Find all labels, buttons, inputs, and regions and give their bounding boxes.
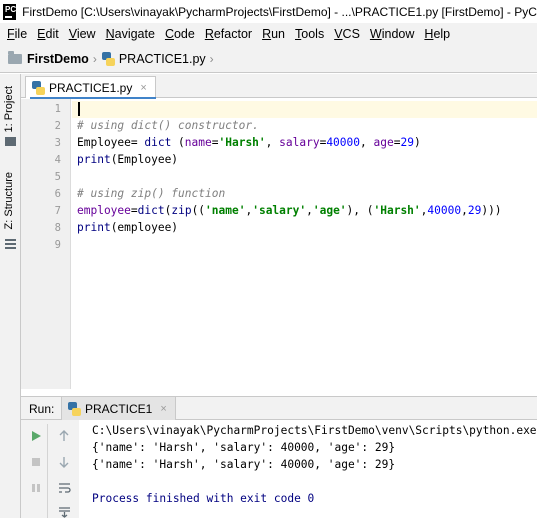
code-line-3[interactable]: Employee= dict (name='Harsh', salary=400… [77, 136, 421, 149]
close-run-tab-icon[interactable]: × [160, 403, 166, 415]
line-number: 1 [54, 103, 61, 115]
close-tab-icon[interactable]: × [140, 82, 146, 94]
run-panel-header: Run: PRACTICE1 × [21, 396, 537, 420]
breadcrumb-separator: › [209, 51, 214, 66]
code-line-8[interactable]: print(employee) [77, 221, 178, 234]
scroll-down-icon[interactable] [56, 454, 72, 470]
code-line-4[interactable]: print(Employee) [77, 153, 178, 166]
breadcrumb-separator: › [92, 51, 97, 66]
line-number: 6 [54, 188, 61, 200]
structure-icon[interactable] [5, 239, 16, 250]
breadcrumb-project[interactable]: FirstDemo [27, 52, 89, 66]
breadcrumb-file[interactable]: PRACTICE1.py [119, 52, 206, 66]
structure-tool-tab[interactable]: Z: Structure [3, 172, 15, 229]
python-file-icon [32, 80, 45, 95]
line-number: 3 [54, 137, 61, 149]
menu-help[interactable]: Help [419, 27, 455, 41]
title-bar: PC FirstDemo [C:\Users\vinayak\PycharmPr… [0, 0, 537, 23]
menu-code[interactable]: Code [160, 27, 200, 41]
menu-bar: File Edit View Navigate Code Refactor Ru… [0, 23, 537, 45]
editor-gutter: 1 2 3 4 5 6 7 8 9 [21, 99, 71, 389]
menu-navigate[interactable]: Navigate [101, 27, 160, 41]
menu-tools[interactable]: Tools [290, 27, 329, 41]
soft-wrap-icon[interactable] [56, 480, 72, 496]
line-number: 9 [54, 239, 61, 251]
run-tab-label: PRACTICE1 [85, 401, 153, 416]
pause-icon[interactable] [28, 480, 44, 496]
menu-window[interactable]: Window [365, 27, 419, 41]
menu-refactor[interactable]: Refactor [200, 27, 257, 41]
scroll-to-end-icon[interactable] [56, 504, 72, 518]
menu-edit[interactable]: Edit [32, 27, 64, 41]
rerun-icon[interactable] [28, 428, 44, 444]
run-label: Run: [29, 402, 55, 416]
line-number: 5 [54, 171, 61, 183]
menu-file[interactable]: File [2, 27, 32, 41]
run-toolbar [21, 420, 79, 518]
line-number: 7 [54, 205, 61, 217]
window-title: FirstDemo [C:\Users\vinayak\PycharmProje… [22, 4, 537, 19]
console-line: {'name': 'Harsh', 'salary': 40000, 'age'… [92, 441, 396, 454]
python-file-icon [68, 401, 81, 416]
code-line-7[interactable]: employee=dict(zip(('name','salary','age'… [77, 204, 502, 217]
project-tool-tab[interactable]: 1: Project [3, 86, 15, 132]
project-folder-icon[interactable] [5, 137, 16, 146]
navigation-bar: FirstDemo › PRACTICE1.py › [0, 45, 537, 73]
line-number: 2 [54, 120, 61, 132]
console-line: {'name': 'Harsh', 'salary': 40000, 'age'… [92, 458, 396, 471]
editor-tab-practice1[interactable]: PRACTICE1.py × [25, 76, 156, 99]
menu-run[interactable]: Run [257, 27, 290, 41]
line-number: 4 [54, 154, 61, 166]
python-file-icon [101, 51, 115, 66]
run-tab-practice1[interactable]: PRACTICE1 × [61, 397, 176, 420]
console-exit-message: Process finished with exit code 0 [92, 492, 315, 505]
editor-tab-label: PRACTICE1.py [49, 80, 133, 95]
left-tool-strip: 1: Project Z: Structure [0, 74, 21, 518]
console-line: C:\Users\vinayak\PycharmProjects\FirstDe… [92, 424, 537, 437]
current-line-highlight [72, 101, 537, 118]
line-number: 8 [54, 222, 61, 234]
scroll-up-icon[interactable] [56, 428, 72, 444]
code-line-6[interactable]: # using zip() function [77, 187, 225, 200]
pycharm-logo-icon: PC [3, 3, 17, 20]
menu-view[interactable]: View [64, 27, 101, 41]
editor-tab-bar: PRACTICE1.py × [21, 74, 537, 99]
menu-vcs[interactable]: VCS [329, 27, 365, 41]
folder-icon [8, 50, 22, 64]
toolbar-divider [47, 424, 48, 518]
code-line-2[interactable]: # using dict() constructor. [77, 119, 259, 132]
run-console[interactable]: C:\Users\vinayak\PycharmProjects\FirstDe… [80, 420, 537, 518]
stop-icon[interactable] [28, 454, 44, 470]
text-caret [78, 102, 80, 116]
